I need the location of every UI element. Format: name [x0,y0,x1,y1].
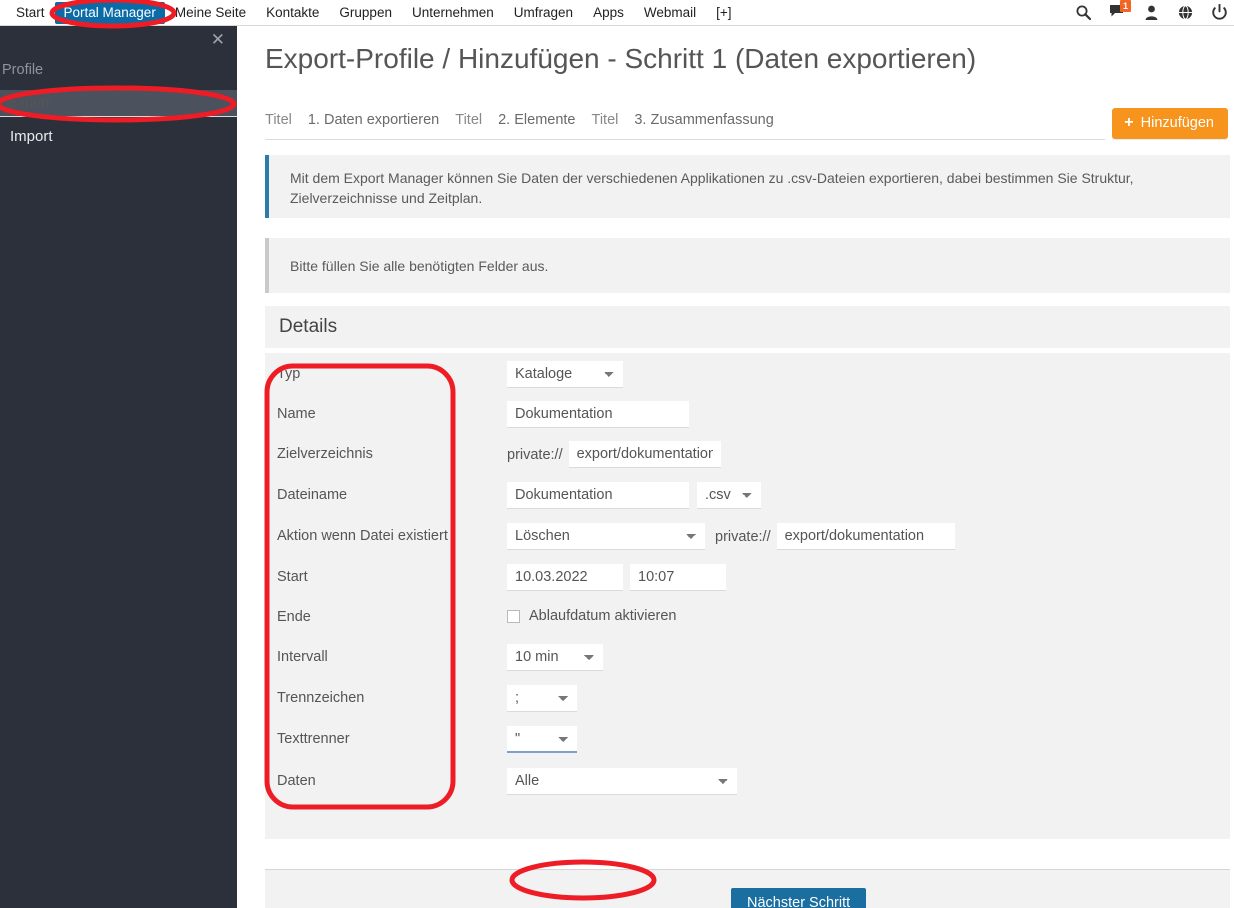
tab-step-3-zusammenfassung[interactable]: 3. Zusammenfassung [634,112,773,128]
label-ende: Ende [277,609,311,625]
form-row-aktion: Aktion wenn Datei existiert Löschen priv… [265,516,1230,557]
start-time-input[interactable] [630,564,726,591]
label-typ: Typ [277,366,301,382]
add-button-label: Hinzufügen [1140,115,1214,131]
sidebar-heading-profile: Profile [2,62,44,78]
name-input[interactable] [507,401,689,428]
dateiendung-select[interactable]: .csv [697,482,761,509]
search-icon[interactable] [1075,4,1092,21]
user-icon[interactable] [1143,4,1160,21]
daten-select[interactable]: Alle [507,768,737,795]
zielverzeichnis-input[interactable] [568,441,721,468]
top-navigation-bar: Start Portal Manager Meine Seite Kontakt… [0,0,1234,26]
label-intervall: Intervall [277,649,328,665]
label-trennzeichen: Trennzeichen [277,690,365,706]
globe-icon[interactable] [1177,4,1194,21]
nav-item-umfragen[interactable]: Umfragen [504,2,583,24]
control-ende: Ablaufdatum aktivieren [507,608,677,624]
typ-select[interactable]: Kataloge [507,361,623,388]
power-icon[interactable] [1211,4,1228,21]
nav-item-webmail[interactable]: Webmail [634,2,706,24]
tab-label-3: Titel [591,112,619,128]
info-banner: Mit dem Export Manager können Sie Daten … [265,155,1230,218]
nav-item-start[interactable]: Start [6,2,55,24]
aktion-select[interactable]: Löschen [507,523,705,550]
main-content: Export-Profile / Hinzufügen - Schritt 1 … [237,26,1234,908]
sidebar-item-export-label: Export [8,95,50,111]
sidebar-item-import-label: Import [10,127,53,145]
form-row-dateiname: Dateiname .csv [265,475,1230,516]
sidebar: ✕ Profile Export Import [0,26,237,908]
control-daten: Alle [507,768,737,795]
label-texttrenner: Texttrenner [277,731,350,747]
close-icon[interactable]: ✕ [211,32,225,49]
tab-step-1-daten-exportieren[interactable]: 1. Daten exportieren [308,112,439,128]
form-row-trennzeichen: Trennzeichen ; [265,678,1230,719]
details-title: Details [279,316,338,337]
tab-step-2-elemente[interactable]: 2. Elemente [498,112,575,128]
form-row-typ: Typ Kataloge [265,353,1230,395]
details-form: Typ Kataloge Name Zielverzeichnis privat… [265,353,1230,839]
control-dateiname: .csv [507,482,761,509]
message-icon[interactable]: 1 [1109,0,1132,21]
nav-item-unternehmen[interactable]: Unternehmen [402,2,504,24]
nav-item-kontakte[interactable]: Kontakte [256,2,329,24]
control-intervall: 10 min [507,644,603,671]
message-badge: 1 [1120,0,1132,12]
plus-icon: + [1124,114,1134,131]
nav-item-meine-seite[interactable]: Meine Seite [165,2,256,24]
ablaufdatum-checkbox-wrapper[interactable]: Ablaufdatum aktivieren [507,608,677,624]
control-zielverzeichnis: private:// [507,441,721,468]
texttrenner-select[interactable]: " [507,726,577,753]
sidebar-item-export[interactable]: Export [0,90,237,117]
aktion-path-input[interactable] [776,523,955,550]
form-row-start: Start [265,557,1230,598]
details-section-header: Details [265,306,1230,348]
tab-label-2: Titel [455,112,483,128]
note-banner: Bitte füllen Sie alle benötigten Felder … [265,238,1230,293]
control-aktion: Löschen private:// [507,523,955,550]
form-row-name: Name [265,394,1230,435]
nav-item-apps[interactable]: Apps [583,2,634,24]
wizard-step-tabs: Titel 1. Daten exportieren Titel 2. Elem… [265,112,1105,140]
top-nav-icons: 1 [1075,0,1234,21]
nav-item-portal-manager[interactable]: Portal Manager [54,1,165,24]
ablaufdatum-checkbox[interactable] [507,609,520,623]
form-row-ende: Ende Ablaufdatum aktivieren [265,598,1230,638]
control-start [507,564,726,591]
control-typ: Kataloge [507,361,623,388]
intervall-select[interactable]: 10 min [507,644,603,671]
note-banner-text: Bitte füllen Sie alle benötigten Felder … [290,258,549,274]
tab-label-1: Titel [265,112,292,128]
ablaufdatum-checkbox-label: Ablaufdatum aktivieren [529,608,677,624]
add-button[interactable]: + Hinzufügen [1112,108,1228,139]
label-start: Start [277,569,308,585]
aktion-prefix: private:// [715,528,771,545]
form-row-texttrenner: Texttrenner " [265,719,1230,760]
label-dateiname: Dateiname [277,487,348,503]
label-aktion: Aktion wenn Datei existiert [277,528,448,544]
page-title: Export-Profile / Hinzufügen - Schritt 1 … [265,43,977,74]
start-date-input[interactable] [507,564,623,591]
form-row-zielverzeichnis: Zielverzeichnis private:// [265,434,1230,475]
control-texttrenner: " [507,726,577,753]
zielverzeichnis-prefix: private:// [507,446,563,463]
next-step-button[interactable]: Nächster Schritt [731,888,867,908]
label-zielverzeichnis: Zielverzeichnis [277,446,373,462]
sidebar-item-import[interactable]: Import [0,122,237,150]
control-trennzeichen: ; [507,685,577,712]
form-row-intervall: Intervall 10 min [265,638,1230,678]
control-name [507,401,689,428]
top-nav-items: Start Portal Manager Meine Seite Kontakt… [0,1,742,24]
nav-item-gruppen[interactable]: Gruppen [329,2,402,24]
label-daten: Daten [277,773,316,789]
trennzeichen-select[interactable]: ; [507,685,577,712]
info-banner-text: Mit dem Export Manager können Sie Daten … [290,170,1134,206]
label-name: Name [277,406,316,422]
form-row-daten: Daten Alle [265,760,1230,802]
nav-item-add-more[interactable]: [+] [706,2,741,24]
dateiname-input[interactable] [507,482,689,509]
